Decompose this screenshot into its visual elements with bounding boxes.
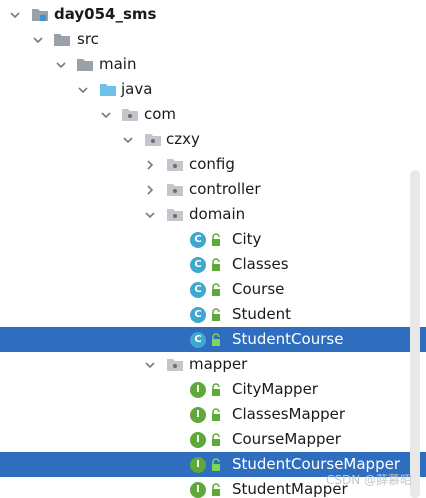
tree-node-class-studentcourse[interactable]: C StudentCourse [0, 327, 426, 352]
tree-node-label: controller [189, 180, 261, 198]
tree-node-label: com [144, 105, 177, 123]
package-icon [165, 157, 185, 173]
tree-node-label: Student [232, 305, 292, 323]
chevron-right-icon[interactable] [143, 183, 157, 197]
chevron-down-icon[interactable] [99, 108, 113, 122]
lock-icon [210, 407, 222, 422]
lock-icon [210, 432, 222, 447]
lock-icon [210, 257, 222, 272]
class-icon: C [190, 306, 206, 323]
vertical-scrollbar[interactable] [410, 170, 420, 498]
interface-icon: I [190, 431, 206, 448]
tree-node-label: day054_sms [54, 5, 157, 23]
lock-icon [210, 382, 222, 397]
package-icon [165, 207, 185, 223]
tree-node-label: CityMapper [232, 380, 318, 398]
chevron-down-icon[interactable] [143, 358, 157, 372]
package-icon [120, 107, 140, 123]
tree-node-label: ClassesMapper [232, 405, 346, 423]
tree-node-java[interactable]: java [0, 77, 426, 102]
tree-node-config[interactable]: config [0, 152, 426, 177]
class-icon: C [190, 331, 206, 348]
class-icon: C [190, 256, 206, 273]
tree-node-interface-classesmapper[interactable]: I ClassesMapper [0, 402, 426, 427]
interface-icon: I [190, 381, 206, 398]
chevron-right-icon[interactable] [143, 158, 157, 172]
tree-node-class-course[interactable]: C Course [0, 277, 426, 302]
chevron-down-icon[interactable] [76, 83, 90, 97]
interface-icon: I [190, 481, 206, 498]
class-icon: C [190, 231, 206, 248]
tree-node-com[interactable]: com [0, 102, 426, 127]
tree-node-label: Course [232, 280, 285, 298]
tree-node-label: CourseMapper [232, 430, 341, 448]
source-folder-icon [98, 82, 118, 98]
interface-icon: I [190, 456, 206, 473]
chevron-down-icon[interactable] [54, 58, 68, 72]
tree-node-label: domain [189, 205, 246, 223]
tree-node-label: java [121, 80, 153, 98]
lock-icon [210, 232, 222, 247]
tree-node-label: mapper [189, 355, 248, 373]
interface-icon: I [190, 406, 206, 423]
package-icon [165, 357, 185, 373]
chevron-down-icon[interactable] [121, 133, 135, 147]
tree-node-class-classes[interactable]: C Classes [0, 252, 426, 277]
folder-icon [75, 57, 95, 73]
tree-node-class-student[interactable]: C Student [0, 302, 426, 327]
tree-node-czxy[interactable]: czxy [0, 127, 426, 152]
lock-icon [210, 282, 222, 297]
chevron-down-icon[interactable] [31, 33, 45, 47]
tree-node-label: czxy [166, 130, 200, 148]
tree-node-label: src [77, 30, 99, 48]
tree-node-interface-citymapper[interactable]: I CityMapper [0, 377, 426, 402]
tree-node-label: City [232, 230, 262, 248]
chevron-down-icon[interactable] [143, 208, 157, 222]
tree-node-label: StudentCourse [232, 330, 344, 348]
tree-node-src[interactable]: src [0, 27, 426, 52]
lock-icon [210, 457, 222, 472]
package-icon [143, 132, 163, 148]
tree-node-label: config [189, 155, 235, 173]
tree-node-interface-coursemapper[interactable]: I CourseMapper [0, 427, 426, 452]
tree-node-main[interactable]: main [0, 52, 426, 77]
watermark: CSDN @薛慕昭 [325, 473, 412, 487]
chevron-down-icon[interactable] [8, 8, 22, 22]
tree-node-label: Classes [232, 255, 289, 273]
tree-node-domain[interactable]: domain [0, 202, 426, 227]
folder-icon [52, 32, 72, 48]
lock-icon [210, 482, 222, 497]
tree-node-mapper[interactable]: mapper [0, 352, 426, 377]
lock-icon [210, 332, 222, 347]
package-icon [165, 182, 185, 198]
class-icon: C [190, 281, 206, 298]
tree-node-root[interactable]: day054_sms [0, 2, 426, 27]
project-tree: day054_sms src main java com czxy config [0, 0, 426, 498]
module-folder-icon [30, 7, 50, 23]
tree-node-controller[interactable]: controller [0, 177, 426, 202]
tree-node-label: main [99, 55, 137, 73]
lock-icon [210, 307, 222, 322]
tree-node-class-city[interactable]: C City [0, 227, 426, 252]
